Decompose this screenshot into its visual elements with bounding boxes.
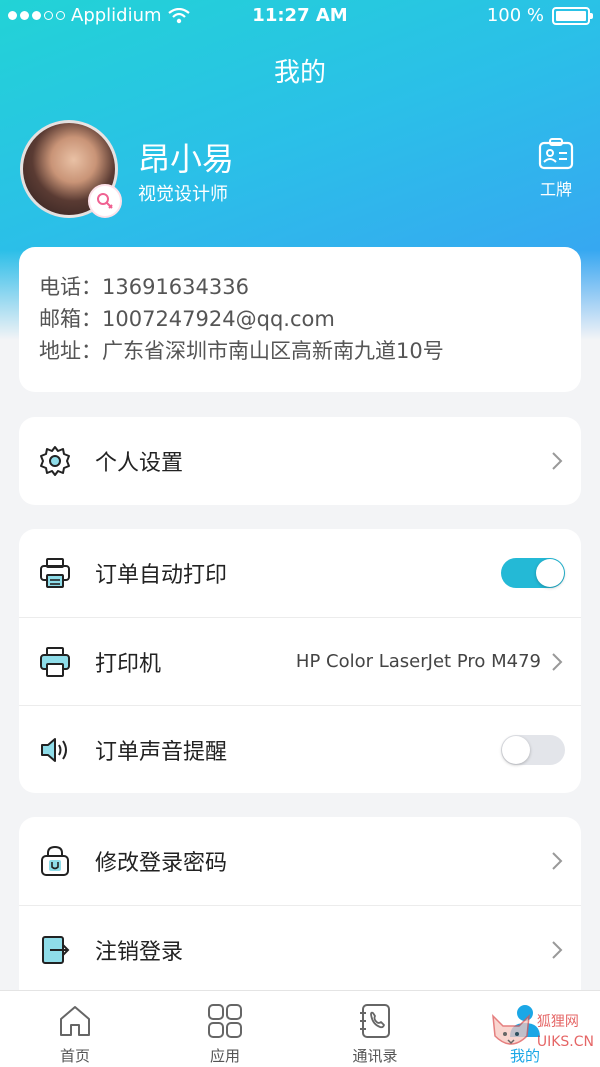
account-card: 修改登录密码 注销登录	[19, 817, 581, 990]
tab-apps-label: 应用	[209, 1047, 240, 1065]
tab-contacts-label: 通讯录	[352, 1047, 398, 1065]
tab-apps[interactable]: 应用	[150, 991, 300, 1067]
gender-female-icon	[88, 184, 122, 218]
sound-alert-label: 订单声音提醒	[95, 739, 228, 765]
auto-print-row: 订单自动打印	[19, 529, 581, 617]
printer-label: 打印机	[95, 651, 162, 677]
chevron-right-icon	[551, 938, 565, 962]
chevron-right-icon	[551, 650, 565, 674]
status-bar: Applidium 11:27 AM 100 %	[0, 0, 600, 32]
fox-logo-icon	[491, 1013, 530, 1045]
watermark-line2: UIKS.CN	[536, 1034, 594, 1050]
battery-icon	[552, 6, 593, 25]
printer-row[interactable]: 打印机 HP Color LaserJet Pro M479	[19, 617, 581, 705]
email-text: 邮箱：1007247924@qq.com	[39, 307, 335, 331]
watermark-line1: 狐狸网	[536, 1014, 579, 1030]
address-text: 地址：广东省深圳市南山区高新南九道10号	[39, 339, 444, 363]
sound-alert-toggle[interactable]	[501, 734, 565, 765]
chevron-right-icon	[551, 449, 565, 473]
change-password-label: 修改登录密码	[95, 851, 228, 876]
user-name: 昂小易	[138, 140, 235, 178]
chevron-right-icon	[551, 849, 565, 873]
page-title: 我的	[273, 58, 326, 88]
auto-print-toggle[interactable]	[501, 558, 565, 588]
speaker-icon	[35, 730, 75, 770]
phone-text: 电话：13691634336	[39, 275, 249, 299]
sound-alert-row: 订单声音提醒	[19, 705, 581, 793]
user-role: 视觉设计师	[138, 184, 228, 205]
apps-icon	[205, 1001, 245, 1041]
work-badge-button[interactable]: 工牌	[530, 138, 582, 200]
personal-settings-label: 个人设置	[95, 451, 184, 476]
contacts-icon	[355, 1001, 395, 1041]
battery-percent: 100 %	[486, 5, 544, 26]
logout-icon	[35, 930, 75, 970]
tab-home-label: 首页	[59, 1047, 90, 1065]
tab-home[interactable]: 首页	[0, 991, 150, 1067]
printer-value: HP Color LaserJet Pro M479	[295, 651, 541, 672]
printer-icon	[35, 642, 75, 682]
tab-contacts[interactable]: 通讯录	[300, 991, 450, 1067]
gear-icon	[35, 441, 75, 481]
work-badge-label: 工牌	[539, 180, 572, 199]
personal-settings-row[interactable]: 个人设置	[19, 417, 581, 505]
logout-label: 注销登录	[95, 939, 184, 965]
settings-card: 个人设置	[19, 417, 581, 505]
lock-icon	[35, 841, 75, 881]
change-password-row[interactable]: 修改登录密码	[19, 817, 581, 905]
logout-row[interactable]: 注销登录	[19, 905, 581, 993]
home-icon	[55, 1001, 95, 1041]
auto-print-label: 订单自动打印	[95, 563, 228, 588]
id-badge-icon	[538, 138, 574, 170]
printer-icon	[35, 553, 75, 593]
contact-card: 电话：13691634336 邮箱：1007247924@qq.com 地址：广…	[19, 247, 581, 392]
watermark: 狐狸网 UIKS.CN	[489, 1012, 594, 1052]
printing-card: 订单自动打印 打印机 HP Color LaserJet Pro M479 订单…	[19, 529, 581, 793]
